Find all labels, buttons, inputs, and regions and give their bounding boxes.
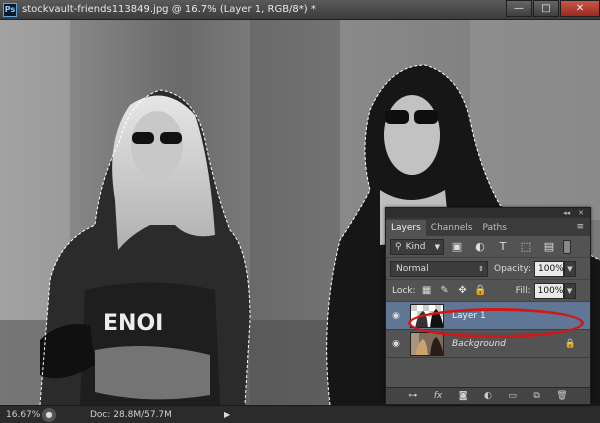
close-button[interactable]: ✕ [560,0,600,17]
lock-image-icon[interactable]: ✎ [438,284,452,298]
panel-header: ◂◂ ✕ [386,208,590,218]
new-layer-icon[interactable]: ⧉ [533,391,539,401]
collapse-panel-icon[interactable]: ◂◂ [563,209,570,217]
new-group-icon[interactable]: ▭ [508,391,517,401]
chevron-down-icon: ▼ [434,242,440,251]
tab-paths[interactable]: Paths [477,220,511,236]
layer-lock-icon: 🔒 [564,338,576,349]
new-adjustment-icon[interactable]: ◐ [484,391,492,401]
adjustment-filter-icon[interactable]: ◐ [470,239,490,255]
image-filter-icon[interactable]: ▣ [447,239,467,255]
document-title: stockvault-friends113849.jpg @ 16.7% (La… [22,4,316,15]
lock-label: Lock: [392,285,416,296]
search-icon: ⚲ [395,241,402,252]
smart-object-filter-icon[interactable]: ▤ [539,239,559,255]
layers-list: ◉ Layer 1 ◉ Background 🔒 [386,302,590,398]
blend-row: Normal ⇕ Opacity: 100% ▼ [386,258,590,280]
chevron-updown-icon: ⇕ [478,264,484,273]
filter-row: ⚲ Kind ▼ ▣ ◐ T ⬚ ▤ [386,236,590,258]
eye-icon[interactable]: ◉ [386,339,406,349]
panel-tabs: Layers Channels Paths ≡ [386,218,590,236]
title-bar: Ps stockvault-friends113849.jpg @ 16.7% … [0,0,600,20]
maximize-button[interactable]: □ [533,0,559,17]
add-mask-icon[interactable]: ◙ [459,391,468,401]
blend-mode-select[interactable]: Normal ⇕ [390,260,488,277]
fill-dropdown-icon[interactable]: ▼ [563,282,576,299]
kind-filter-label: Kind [405,241,426,252]
panel-footer: ⊶ fx ◙ ◐ ▭ ⧉ 🗑 [386,387,590,404]
document-size: Doc: 28.8M/57.7M [90,409,172,420]
status-bar: 16.67% ● Doc: 28.8M/57.7M ▶ [0,405,600,423]
fill-label: Fill: [515,285,531,296]
layer-thumbnail [410,303,444,328]
tab-layers[interactable]: Layers [386,220,426,236]
layer-name[interactable]: Layer 1 [452,311,486,321]
kind-filter-select[interactable]: ⚲ Kind ▼ [390,238,444,255]
layers-panel: ◂◂ ✕ Layers Channels Paths ≡ ⚲ Kind ▼ ▣ … [385,207,591,405]
shape-filter-icon[interactable]: ⬚ [516,239,536,255]
zoom-level[interactable]: 16.67% [0,410,40,420]
lock-position-icon[interactable]: ✥ [456,284,470,298]
opacity-input[interactable]: 100% [534,260,564,277]
window-controls: — □ ✕ [505,0,600,20]
fx-icon[interactable]: fx [434,391,443,401]
filter-toggle[interactable] [563,239,571,254]
lock-transparent-icon[interactable]: ▦ [420,284,434,298]
layer-thumbnail [410,331,444,356]
layer-row-layer-1[interactable]: ◉ Layer 1 [386,302,590,330]
tab-channels[interactable]: Channels [426,220,478,236]
opacity-dropdown-icon[interactable]: ▼ [564,260,576,277]
status-menu-arrow-icon[interactable]: ▶ [224,410,230,419]
close-panel-icon[interactable]: ✕ [578,209,584,217]
link-layers-icon[interactable]: ⊶ [408,391,417,401]
fill-input[interactable]: 100% [533,282,564,299]
svg-text:ENOI: ENOI [103,311,163,336]
eye-icon[interactable]: ◉ [386,311,406,321]
type-filter-icon[interactable]: T [493,239,513,255]
delete-layer-icon[interactable]: 🗑 [556,391,567,401]
blend-mode-value: Normal [396,263,429,274]
lock-all-icon[interactable]: 🔒 [474,284,488,298]
panel-menu-icon[interactable]: ≡ [576,222,584,232]
layer-row-background[interactable]: ◉ Background 🔒 [386,330,590,358]
lock-row: Lock: ▦ ✎ ✥ 🔒 Fill: 100% ▼ [386,280,590,302]
layer-name[interactable]: Background [452,339,506,349]
photoshop-logo-icon: Ps [3,2,17,17]
status-options-icon[interactable]: ● [42,407,56,422]
opacity-label: Opacity: [494,263,531,274]
minimize-button[interactable]: — [506,0,532,17]
